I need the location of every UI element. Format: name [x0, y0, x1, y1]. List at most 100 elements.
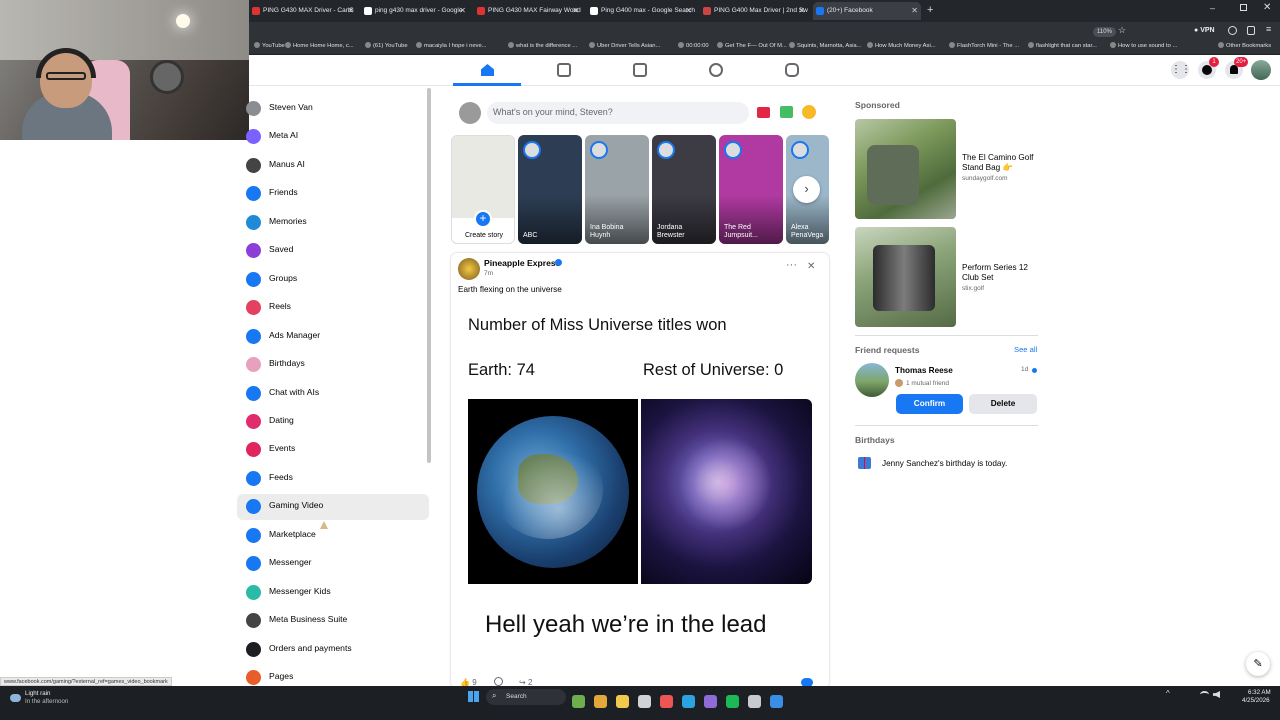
spotify-icon[interactable] — [726, 695, 739, 708]
sidebar-item-feeds[interactable]: Feeds — [237, 466, 429, 492]
media-player-icon[interactable] — [770, 695, 783, 708]
see-all-link[interactable]: See all — [1014, 345, 1037, 354]
mutual-friends[interactable]: 1 mutual friend — [906, 380, 949, 387]
minimize-button[interactable]: – — [1210, 3, 1215, 13]
sidebar-item-marketplace[interactable]: Marketplace — [237, 523, 429, 549]
post-author-name[interactable]: Pineapple Express — [484, 258, 560, 268]
clock-date[interactable]: 4/25/2026 — [1242, 697, 1270, 704]
comment-icon[interactable] — [494, 677, 503, 686]
requester-name[interactable]: Thomas Reese — [895, 366, 953, 375]
sidebar-item-events[interactable]: Events — [237, 437, 429, 463]
bookmark-item[interactable]: macaiyla I hope i neve... — [416, 42, 487, 49]
bookmark-item[interactable]: Get The F— Out Of M... — [717, 42, 787, 49]
earth-image[interactable] — [468, 399, 638, 584]
feeling-icon[interactable] — [802, 105, 816, 119]
sidebar-scrollbar[interactable] — [427, 88, 431, 463]
tab-close-icon[interactable]: ✕ — [685, 2, 692, 20]
sidebar-item-groups[interactable]: Groups — [237, 267, 429, 293]
confirm-button[interactable]: Confirm — [896, 394, 963, 414]
sidebar-item-saved[interactable]: Saved — [237, 238, 429, 264]
sidebar-item-steven-van[interactable]: Steven Van — [237, 96, 429, 122]
birthday-line[interactable]: Jenny Sanchez's birthday is today. — [882, 459, 1007, 468]
sidebar-item-gaming-video[interactable]: Gaming Video — [237, 494, 429, 521]
bookmark-item[interactable]: YouTube — [254, 42, 285, 49]
browser-tab[interactable]: PING G430 MAX Fairway Wood ✕ — [474, 2, 582, 20]
widgets-icon[interactable] — [594, 695, 607, 708]
taskbar-search[interactable]: ⌕ Search — [486, 689, 566, 705]
sidebar-item-meta-business-suite[interactable]: Meta Business Suite — [237, 608, 429, 634]
ad-2[interactable]: Perform Series 12 Club Set stix.golf — [855, 227, 1045, 327]
bookmark-item[interactable]: Other Bookmarks — [1218, 42, 1271, 49]
tab-close-icon[interactable]: ✕ — [347, 2, 354, 20]
requester-avatar[interactable] — [855, 363, 889, 397]
sidebar-item-friends[interactable]: Friends — [237, 181, 429, 207]
story-card[interactable]: The Red Jumpsuit... — [719, 135, 783, 244]
bookmark-item[interactable]: what is the difference ... — [508, 42, 577, 49]
bookmark-item[interactable]: 00:00:00 — [678, 42, 709, 49]
zoom-indicator[interactable]: 110% — [1093, 27, 1116, 37]
account-avatar[interactable] — [1251, 60, 1271, 80]
sidebar-item-chat-with-ais[interactable]: Chat with AIs — [237, 381, 429, 407]
post-time[interactable]: 7m — [484, 270, 493, 277]
notifications-button[interactable]: 20+ — [1225, 57, 1249, 79]
sidebar-item-dating[interactable]: Dating — [237, 409, 429, 435]
story-card[interactable]: Jordana Brewster — [652, 135, 716, 244]
tab-close-icon[interactable]: ✕ — [798, 2, 805, 20]
photo-video-icon[interactable] — [780, 106, 793, 118]
discord-icon[interactable] — [704, 695, 717, 708]
marketplace-tab-icon[interactable] — [633, 63, 647, 77]
groups-tab-icon[interactable] — [709, 63, 723, 77]
post-author-avatar[interactable] — [458, 258, 480, 280]
weather-title[interactable]: Light rain — [25, 690, 50, 697]
sidebar-item-reels[interactable]: Reels — [237, 295, 429, 321]
live-video-icon[interactable] — [757, 107, 770, 118]
browser-tab[interactable]: PING G430 MAX Driver - CarlS ✕ — [249, 2, 357, 20]
tab-close-icon[interactable]: ✕ — [911, 2, 918, 20]
sidebar-item-memories[interactable]: Memories — [237, 210, 429, 236]
post-close-button[interactable]: ✕ — [807, 261, 815, 272]
clock-time[interactable]: 6:32 AM — [1248, 689, 1271, 696]
maximize-button[interactable] — [1240, 4, 1247, 11]
delete-button[interactable]: Delete — [969, 394, 1037, 414]
tab-close-icon[interactable]: ✕ — [459, 2, 466, 20]
bookmark-item[interactable]: Home Home Home, c... — [285, 42, 354, 49]
post-more-button[interactable]: ··· — [786, 259, 797, 271]
chrome-icon[interactable] — [660, 695, 673, 708]
create-story-card[interactable]: + Create story — [451, 135, 515, 244]
tab-close-icon[interactable]: ✕ — [572, 2, 579, 20]
stories-next-button[interactable]: › — [793, 176, 820, 203]
messenger-button[interactable]: 1 — [1198, 57, 1219, 79]
sidebar-item-birthdays[interactable]: Birthdays — [237, 352, 429, 378]
gaming-tab-icon[interactable] — [785, 63, 799, 77]
steam-icon[interactable] — [682, 695, 695, 708]
bookmark-item[interactable]: How to use sound to ... — [1110, 42, 1177, 49]
start-button[interactable] — [468, 691, 479, 702]
sidebar-item-manus-ai[interactable]: Manus AI — [237, 153, 429, 179]
bookmark-item[interactable]: (61) YouTube — [365, 42, 408, 49]
video-tab-icon[interactable] — [557, 63, 571, 77]
bookmark-star-icon[interactable]: ☆ — [1118, 25, 1126, 36]
browser-tab[interactable]: (20+) Facebook ✕ — [813, 2, 921, 20]
capcut-icon[interactable] — [638, 695, 651, 708]
story-card[interactable]: ABC — [518, 135, 582, 244]
home-tab[interactable] — [453, 55, 521, 86]
create-story-plus-icon[interactable]: + — [474, 210, 492, 228]
profile-icon[interactable] — [1228, 26, 1237, 35]
extensions-icon[interactable] — [1247, 26, 1255, 35]
bookmark-item[interactable]: FlashTorch Mini - The ... — [949, 42, 1019, 49]
sidebar-item-ads-manager[interactable]: Ads Manager — [237, 324, 429, 350]
edit-compose-button[interactable]: ✎ — [1246, 652, 1270, 676]
sidebar-item-meta-ai[interactable]: Meta AI — [237, 124, 429, 150]
file-explorer-icon[interactable] — [616, 695, 629, 708]
bookmark-item[interactable]: How Much Money Asi... — [867, 42, 936, 49]
vpn-badge[interactable]: ● VPN — [1194, 27, 1215, 34]
menu-grid-button[interactable]: ⋮⋮ — [1171, 61, 1191, 79]
close-window-button[interactable]: ✕ — [1263, 2, 1271, 13]
bookmark-item[interactable]: Uber Driver Tells Asian... — [589, 42, 660, 49]
browser-tab[interactable]: Ping G400 max - Google Search ✕ — [587, 2, 695, 20]
browser-tab[interactable]: ping g430 max driver - Google ✕ — [361, 2, 469, 20]
bookmark-item[interactable]: Squints, Marnotta, Asia... — [789, 42, 861, 49]
tray-chevron-icon[interactable]: ^ — [1166, 689, 1170, 698]
sidebar-item-messenger[interactable]: Messenger — [237, 551, 429, 577]
universe-image[interactable] — [641, 399, 812, 584]
